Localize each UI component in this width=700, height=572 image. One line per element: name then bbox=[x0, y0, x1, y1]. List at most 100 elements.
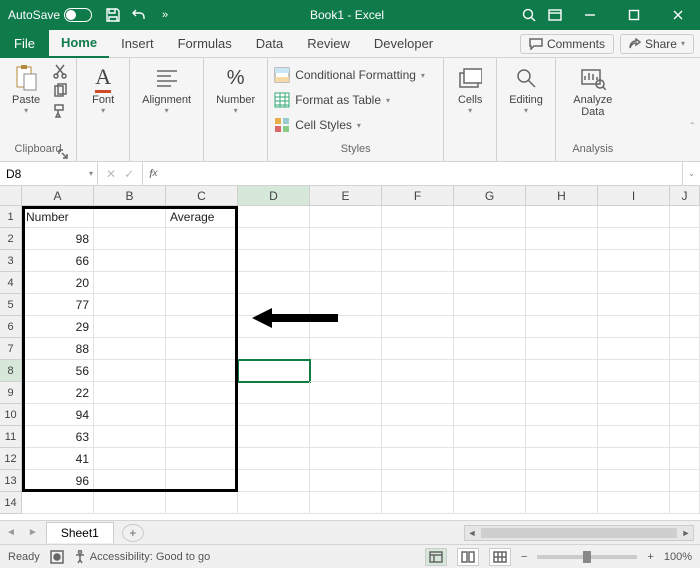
cell[interactable] bbox=[670, 206, 700, 228]
cell[interactable] bbox=[382, 338, 454, 360]
maximize-button[interactable] bbox=[612, 0, 656, 30]
cell[interactable] bbox=[526, 492, 598, 514]
cell[interactable] bbox=[94, 338, 166, 360]
cell[interactable] bbox=[598, 338, 670, 360]
cell[interactable] bbox=[382, 360, 454, 382]
cell[interactable] bbox=[166, 360, 238, 382]
cell[interactable] bbox=[454, 470, 526, 492]
cell[interactable]: 96 bbox=[22, 470, 94, 492]
cell[interactable] bbox=[94, 316, 166, 338]
cell[interactable] bbox=[238, 382, 310, 404]
cell[interactable] bbox=[670, 470, 700, 492]
cell[interactable]: 22 bbox=[22, 382, 94, 404]
cell[interactable] bbox=[94, 228, 166, 250]
zoom-thumb[interactable] bbox=[583, 551, 591, 563]
cell[interactable]: 41 bbox=[22, 448, 94, 470]
cell[interactable] bbox=[382, 426, 454, 448]
cell[interactable] bbox=[166, 338, 238, 360]
cell[interactable] bbox=[454, 338, 526, 360]
cell[interactable]: 66 bbox=[22, 250, 94, 272]
cell[interactable] bbox=[94, 250, 166, 272]
scroll-right-icon[interactable]: ► bbox=[679, 528, 693, 538]
ribbon-mode-icon[interactable] bbox=[542, 0, 568, 30]
cell[interactable] bbox=[526, 448, 598, 470]
tab-insert[interactable]: Insert bbox=[109, 30, 166, 58]
col-header[interactable]: I bbox=[598, 186, 670, 205]
cell[interactable] bbox=[670, 382, 700, 404]
cancel-formula-icon[interactable]: ✕ bbox=[106, 167, 116, 181]
undo-icon[interactable] bbox=[126, 0, 152, 30]
cell[interactable] bbox=[454, 492, 526, 514]
cell[interactable]: 20 bbox=[22, 272, 94, 294]
cell[interactable] bbox=[310, 426, 382, 448]
qat-more-icon[interactable]: » bbox=[152, 0, 178, 30]
conditional-formatting-button[interactable]: Conditional Formatting▾ bbox=[274, 64, 425, 86]
cell[interactable] bbox=[382, 316, 454, 338]
cell[interactable] bbox=[310, 206, 382, 228]
cell[interactable] bbox=[382, 206, 454, 228]
cell[interactable] bbox=[238, 448, 310, 470]
cell-styles-button[interactable]: Cell Styles▾ bbox=[274, 114, 425, 136]
cell[interactable] bbox=[670, 316, 700, 338]
col-header[interactable]: G bbox=[454, 186, 526, 205]
row-header[interactable]: 4 bbox=[0, 272, 22, 294]
cell[interactable] bbox=[454, 250, 526, 272]
collapse-ribbon-icon[interactable]: ˆ bbox=[691, 122, 694, 133]
cell[interactable] bbox=[310, 448, 382, 470]
name-box[interactable]: ▾ bbox=[0, 162, 98, 185]
tab-formulas[interactable]: Formulas bbox=[166, 30, 244, 58]
zoom-out-button[interactable]: − bbox=[521, 551, 527, 563]
tab-review[interactable]: Review bbox=[295, 30, 362, 58]
zoom-level[interactable]: 100% bbox=[664, 551, 692, 563]
cell[interactable] bbox=[238, 404, 310, 426]
tab-file[interactable]: File bbox=[0, 30, 49, 58]
cell[interactable] bbox=[166, 426, 238, 448]
row-header[interactable]: 2 bbox=[0, 228, 22, 250]
comments-button[interactable]: Comments bbox=[520, 34, 614, 54]
cell[interactable] bbox=[94, 272, 166, 294]
view-normal-button[interactable] bbox=[425, 548, 447, 566]
cell[interactable] bbox=[526, 470, 598, 492]
cell[interactable] bbox=[598, 250, 670, 272]
view-pagebreak-button[interactable] bbox=[489, 548, 511, 566]
cell[interactable] bbox=[238, 228, 310, 250]
cell[interactable] bbox=[454, 294, 526, 316]
cell[interactable]: Average bbox=[166, 206, 238, 228]
row-header[interactable]: 5 bbox=[0, 294, 22, 316]
cell[interactable] bbox=[454, 426, 526, 448]
cell[interactable] bbox=[310, 404, 382, 426]
row-header[interactable]: 9 bbox=[0, 382, 22, 404]
cell[interactable] bbox=[454, 382, 526, 404]
editing-button[interactable]: Editing ▾ bbox=[503, 62, 549, 117]
row-header[interactable]: 6 bbox=[0, 316, 22, 338]
cell[interactable] bbox=[670, 250, 700, 272]
row-header[interactable]: 1 bbox=[0, 206, 22, 228]
tab-developer[interactable]: Developer bbox=[362, 30, 445, 58]
cell[interactable] bbox=[598, 470, 670, 492]
cell[interactable] bbox=[94, 360, 166, 382]
close-button[interactable] bbox=[656, 0, 700, 30]
zoom-in-button[interactable]: + bbox=[647, 551, 653, 563]
add-sheet-button[interactable]: + bbox=[122, 524, 144, 542]
scroll-left-icon[interactable]: ◄ bbox=[465, 528, 479, 538]
cell[interactable] bbox=[310, 272, 382, 294]
cell[interactable] bbox=[22, 492, 94, 514]
sheet-nav-next-icon[interactable]: ► bbox=[22, 527, 44, 538]
cell[interactable] bbox=[526, 404, 598, 426]
col-header[interactable]: H bbox=[526, 186, 598, 205]
col-header[interactable]: A bbox=[22, 186, 94, 205]
cell[interactable] bbox=[238, 206, 310, 228]
cell[interactable] bbox=[166, 316, 238, 338]
cell[interactable]: 88 bbox=[22, 338, 94, 360]
cell[interactable] bbox=[166, 448, 238, 470]
cell[interactable] bbox=[310, 338, 382, 360]
cell[interactable] bbox=[670, 228, 700, 250]
tab-data[interactable]: Data bbox=[244, 30, 295, 58]
col-header[interactable]: E bbox=[310, 186, 382, 205]
cell[interactable] bbox=[382, 404, 454, 426]
cell[interactable] bbox=[238, 492, 310, 514]
namebox-dropdown-icon[interactable]: ▾ bbox=[89, 169, 93, 178]
cell[interactable] bbox=[382, 492, 454, 514]
cell[interactable] bbox=[526, 316, 598, 338]
copy-icon[interactable] bbox=[50, 82, 70, 100]
